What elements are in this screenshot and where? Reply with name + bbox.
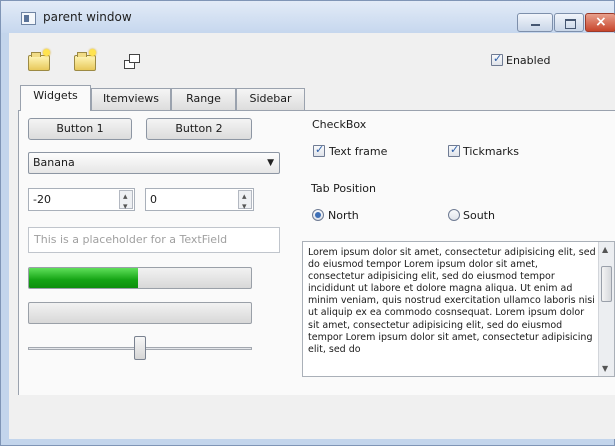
spin-arrows-icon[interactable] [238,187,252,218]
text-field-placeholder: This is a placeholder for a TextField [34,233,228,246]
text-field[interactable]: This is a placeholder for a TextField [28,227,280,253]
progress-fill [29,268,138,288]
text-frame-checkbox[interactable] [313,143,325,157]
window-icon [21,12,36,25]
open-folder-icon[interactable] [73,49,99,73]
tab-range[interactable]: Range [171,88,236,110]
south-label: South [463,209,495,222]
title-bar[interactable]: parent window [1,1,615,33]
text-frame-label: Text frame [329,145,388,158]
enabled-checkbox[interactable] [491,52,503,66]
scroll-up-icon[interactable]: ▲ [602,245,608,254]
tab-itemviews[interactable]: Itemviews [91,88,171,110]
tickmarks-checkbox[interactable] [448,143,460,157]
spinbox-1[interactable]: -20 [28,187,135,218]
tab-position-title: Tab Position [311,182,376,195]
chevron-down-icon: ▼ [267,158,274,168]
minimize-button[interactable] [517,13,553,32]
window-title: parent window [43,10,132,24]
slider-handle[interactable] [134,336,146,360]
fruit-combobox[interactable]: Banana ▼ [28,152,280,174]
spin-arrows-icon[interactable] [119,187,133,218]
scroll-down-icon[interactable]: ▼ [602,364,608,373]
vertical-scrollbar[interactable]: ▲ ▼ [598,242,614,376]
text-area[interactable]: Lorem ipsum dolor sit amet, consectetur … [302,241,615,377]
progress-bar-2 [28,302,252,324]
combobox-value: Banana [33,156,75,169]
scroll-thumb[interactable] [601,266,612,302]
tickmarks-label: Tickmarks [463,145,519,158]
windows-icon[interactable] [120,51,146,73]
spinbox-2[interactable]: 0 [145,187,254,218]
progress-bar-1 [28,267,252,289]
north-label: North [328,209,359,222]
text-area-content: Lorem ipsum dolor sit amet, consectetur … [308,247,596,355]
spinbox-2-value: 0 [150,193,157,206]
enabled-label: Enabled [506,54,551,67]
spinbox-1-value: -20 [33,193,51,206]
button-2[interactable]: Button 2 [146,118,252,140]
south-radio[interactable] [448,209,460,221]
new-folder-icon[interactable] [27,49,53,73]
maximize-button[interactable] [554,13,584,32]
tab-widgets[interactable]: Widgets [20,85,91,111]
tab-sidebar[interactable]: Sidebar [236,88,305,110]
close-button[interactable] [585,13,615,32]
north-radio[interactable] [312,209,324,221]
button-1[interactable]: Button 1 [28,118,132,140]
checkbox-group-title: CheckBox [312,118,367,131]
